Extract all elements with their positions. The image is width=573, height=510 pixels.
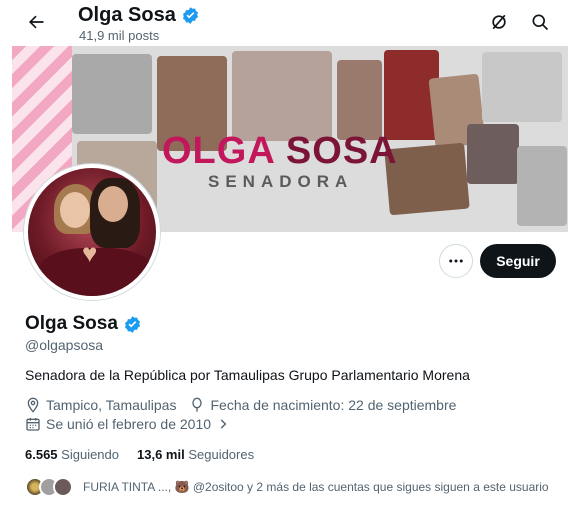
header-title: Olga Sosa — [78, 4, 176, 26]
followers-you-know[interactable]: FURIA TINTA ..., 🐻 @2ositoo y 2 más de l… — [25, 477, 549, 497]
followers-count: 13,6 mil — [137, 447, 185, 462]
profile-name: Olga Sosa — [25, 313, 118, 334]
profile-avatar[interactable]: ♥ — [24, 164, 160, 300]
banner-photo — [467, 124, 519, 184]
profile-meta: Tampico, Tamaulipas Fecha de nacimiento:… — [25, 397, 469, 413]
verified-badge-icon — [181, 6, 200, 25]
banner-title-first: OLGA — [162, 130, 275, 172]
following-link[interactable]: 6.565 Siguiendo — [25, 447, 119, 462]
location-text: Tampico, Tamaulipas — [46, 397, 177, 413]
header-title-row: Olga Sosa — [78, 4, 200, 27]
banner-title-last: SOSA — [285, 130, 398, 172]
followers-link[interactable]: 13,6 mil Seguidores — [137, 447, 254, 462]
profile-name-row: Olga Sosa — [25, 313, 142, 335]
verified-badge-icon[interactable] — [123, 315, 142, 334]
banner-subtitle: SENADORA — [208, 172, 354, 191]
location-item: Tampico, Tamaulipas — [25, 397, 176, 413]
joined-text: Se unió el febrero de 2010 — [46, 416, 212, 432]
mini-avatar — [53, 477, 73, 497]
balloon-icon — [192, 397, 203, 412]
back-button[interactable] — [22, 8, 50, 36]
profile-bio: Senadora de la República por Tamaulipas … — [25, 367, 470, 383]
chevron-right-icon — [220, 419, 227, 429]
following-count: 6.565 — [25, 447, 58, 462]
profile-stats: 6.565 Siguiendo 13,6 mil Seguidores — [25, 447, 254, 462]
avatar-face — [98, 186, 128, 222]
followers-you-know-text: FURIA TINTA ..., 🐻 @2ositoo y 2 más de l… — [83, 480, 549, 494]
search-button[interactable] — [526, 8, 554, 36]
search-icon — [532, 14, 549, 31]
birthday-text: Fecha de nacimiento: 22 de septiembre — [210, 397, 457, 413]
joined-item[interactable]: Se unió el febrero de 2010 — [25, 416, 230, 432]
banner-photo — [72, 54, 152, 134]
banner-photo — [232, 51, 332, 141]
top-bar: Olga Sosa 41,9 mil posts — [0, 0, 573, 46]
avatar-face — [60, 192, 90, 228]
birthday-item: Fecha de nacimiento: 22 de septiembre — [189, 397, 456, 413]
followers-label: Seguidores — [188, 447, 255, 462]
arrow-left-icon — [29, 15, 44, 29]
calendar-icon — [26, 418, 40, 431]
banner-photo — [337, 60, 382, 140]
following-label: Siguiendo — [61, 447, 119, 462]
banner-photo — [517, 146, 567, 226]
posts-count: 41,9 mil posts — [79, 28, 160, 43]
follow-button[interactable]: Seguir — [480, 244, 556, 278]
mini-avatars — [25, 477, 73, 497]
grok-button[interactable] — [485, 8, 513, 36]
more-dots-icon — [449, 259, 463, 263]
grok-icon — [492, 14, 506, 30]
profile-handle: @olgapsosa — [25, 337, 104, 353]
more-options-button[interactable] — [439, 244, 473, 278]
location-pin-icon — [27, 397, 39, 413]
banner-photo — [482, 52, 562, 122]
heart-hands-icon: ♥ — [82, 238, 98, 268]
banner-title: OLGA SOSA — [162, 130, 398, 173]
